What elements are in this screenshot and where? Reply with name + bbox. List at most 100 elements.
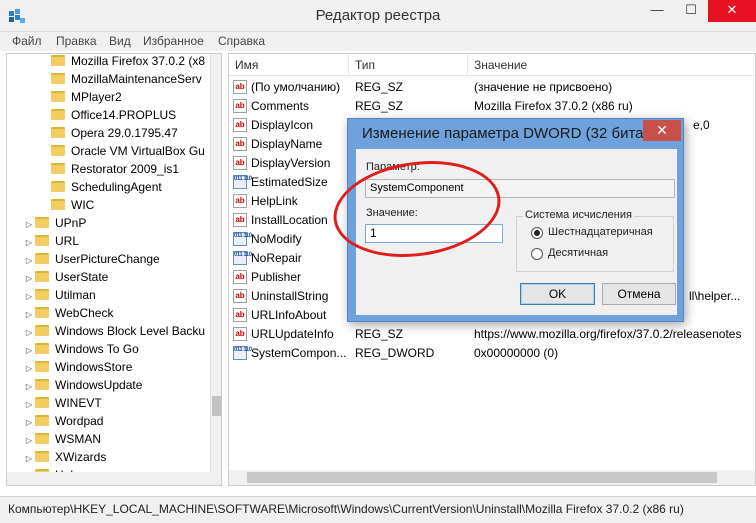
tree-item[interactable]: ▷ URL: [23, 234, 79, 252]
folder-icon: [35, 451, 49, 462]
tree-item[interactable]: Office14.PROPLUS: [51, 108, 176, 126]
list-scroll-thumb[interactable]: [247, 472, 717, 483]
tree-horizontal-scrollbar[interactable]: [7, 472, 221, 485]
expand-arrow-icon[interactable]: ▷: [23, 238, 35, 247]
menu-help[interactable]: Справка: [218, 34, 265, 48]
tree-item[interactable]: ▷ XWizards: [23, 450, 106, 468]
folder-icon: [35, 433, 49, 444]
decimal-radio-label[interactable]: Десятичная: [548, 247, 608, 259]
value-data-input[interactable]: 1: [365, 224, 503, 243]
column-header-name[interactable]: Имя: [235, 58, 258, 72]
expand-arrow-icon[interactable]: ▷: [23, 328, 35, 337]
menu-bar: Файл Правка Вид Избранное Справка: [0, 32, 756, 51]
tree-item[interactable]: Mozilla Firefox 37.0.2 (x8: [51, 54, 205, 72]
dialog-title: Изменение параметра DWORD (32 бита): [362, 125, 649, 142]
tree-item[interactable]: Restorator 2009_is1: [51, 162, 179, 180]
folder-icon: [35, 289, 49, 300]
tree-item[interactable]: ▷ UPnP: [23, 216, 86, 234]
menu-favorites[interactable]: Избранное: [143, 34, 204, 48]
tree-item[interactable]: MozillaMaintenanceServ: [51, 72, 202, 90]
binary-value-icon: 011 110: [233, 251, 252, 265]
expand-arrow-icon[interactable]: ▷: [23, 364, 35, 373]
tree-item[interactable]: MPlayer2: [51, 90, 122, 108]
tree-item[interactable]: ▷ Windows Block Level Backu: [23, 324, 205, 342]
expand-arrow-icon[interactable]: ▷: [23, 346, 35, 355]
string-value-icon: ab: [233, 194, 247, 208]
expand-arrow-icon[interactable]: ▷: [23, 436, 35, 445]
expand-arrow-icon[interactable]: ▷: [23, 310, 35, 319]
dialog-close-button[interactable]: ✕: [643, 120, 681, 141]
tree-item[interactable]: Opera 29.0.1795.47: [51, 126, 178, 144]
folder-icon: [35, 343, 49, 354]
list-row[interactable]: ab (По умолчанию) REG_SZ (значение не присв…: [229, 78, 755, 97]
list-horizontal-scrollbar[interactable]: [229, 470, 755, 485]
column-divider[interactable]: [467, 54, 468, 76]
tree-item[interactable]: ▷ Windows To Go: [23, 342, 139, 360]
close-window-button[interactable]: ✕: [708, 0, 756, 22]
folder-icon: [51, 199, 65, 210]
tree-item[interactable]: WIC: [51, 198, 94, 216]
folder-icon: [35, 397, 49, 408]
expand-arrow-icon[interactable]: ▷: [23, 418, 35, 427]
string-value-icon: ab: [233, 137, 247, 151]
tree-vertical-scrollbar[interactable]: [210, 54, 221, 472]
tree-item[interactable]: ▷ Wordpad: [23, 414, 104, 432]
column-header-type[interactable]: Тип: [355, 58, 375, 72]
string-value-icon: ab: [233, 156, 247, 170]
folder-icon: [51, 91, 65, 102]
string-value-icon: ab: [233, 308, 247, 322]
folder-icon: [51, 73, 65, 84]
edit-dword-dialog: Изменение параметра DWORD (32 бита) ✕ Па…: [347, 118, 684, 322]
folder-icon: [51, 55, 65, 66]
registry-key-tree[interactable]: Mozilla Firefox 37.0.2 (x8 MozillaMainte…: [6, 53, 222, 486]
status-bar: Компьютер\HKEY_LOCAL_MACHINE\SOFTWARE\Mi…: [0, 496, 756, 523]
hex-radio[interactable]: [531, 227, 543, 239]
list-row[interactable]: ab Comments REG_SZ Mozilla Firefox 37.0.2 (…: [229, 97, 755, 116]
tree-item[interactable]: ▷ WindowsUpdate: [23, 378, 142, 396]
tree-item[interactable]: ▷ WINEVT: [23, 396, 102, 414]
menu-edit[interactable]: Правка: [56, 34, 97, 48]
title-bar: Редактор реестра — ☐ ✕: [0, 0, 756, 32]
folder-icon: [35, 361, 49, 372]
string-value-icon: ab: [233, 99, 247, 113]
folder-icon: [35, 307, 49, 318]
cancel-button[interactable]: Отмена: [602, 283, 676, 305]
folder-icon: [51, 181, 65, 192]
folder-icon: [35, 415, 49, 426]
tree-item[interactable]: ▷ WebCheck: [23, 306, 114, 324]
ok-button[interactable]: OK: [520, 283, 595, 305]
string-value-icon: ab: [233, 327, 247, 341]
hex-radio-label[interactable]: Шестнадцатеричная: [548, 226, 653, 238]
folder-icon: [51, 163, 65, 174]
column-divider[interactable]: [348, 54, 349, 76]
expand-arrow-icon[interactable]: ▷: [23, 292, 35, 301]
number-base-group: [516, 216, 674, 272]
tree-item[interactable]: ▷ WindowsStore: [23, 360, 132, 378]
tree-item[interactable]: Oracle VM VirtualBox Gu: [51, 144, 205, 162]
menu-view[interactable]: Вид: [109, 34, 131, 48]
expand-arrow-icon[interactable]: ▷: [23, 400, 35, 409]
folder-icon: [35, 379, 49, 390]
tree-item[interactable]: ▷ WSMAN: [23, 432, 101, 450]
expand-arrow-icon[interactable]: ▷: [23, 382, 35, 391]
tree-scroll-thumb[interactable]: [212, 396, 221, 416]
expand-arrow-icon[interactable]: ▷: [23, 454, 35, 463]
tree-item[interactable]: SchedulingAgent: [51, 180, 162, 198]
minimize-button[interactable]: —: [640, 0, 674, 22]
maximize-button[interactable]: ☐: [674, 0, 708, 22]
expand-arrow-icon[interactable]: ▷: [23, 274, 35, 283]
column-header-value[interactable]: Значение: [474, 58, 527, 72]
expand-arrow-icon[interactable]: ▷: [23, 220, 35, 229]
tree-item[interactable]: ▷ UserState: [23, 270, 108, 288]
folder-icon: [35, 235, 49, 246]
menu-file[interactable]: Файл: [12, 34, 42, 48]
list-row[interactable]: 011 110 SystemCompon... REG_DWORD 0x0000000…: [229, 344, 755, 363]
registry-path: Компьютер\HKEY_LOCAL_MACHINE\SOFTWARE\Mi…: [8, 502, 684, 516]
folder-icon: [35, 271, 49, 282]
tree-item[interactable]: ▷ Utilman: [23, 288, 96, 306]
parameter-name-field: SystemComponent: [365, 179, 675, 198]
decimal-radio[interactable]: [531, 248, 543, 260]
list-row[interactable]: ab URLUpdateInfo REG_SZ https://www.mozilla…: [229, 325, 755, 344]
tree-item[interactable]: ▷ UserPictureChange: [23, 252, 160, 270]
expand-arrow-icon[interactable]: ▷: [23, 256, 35, 265]
